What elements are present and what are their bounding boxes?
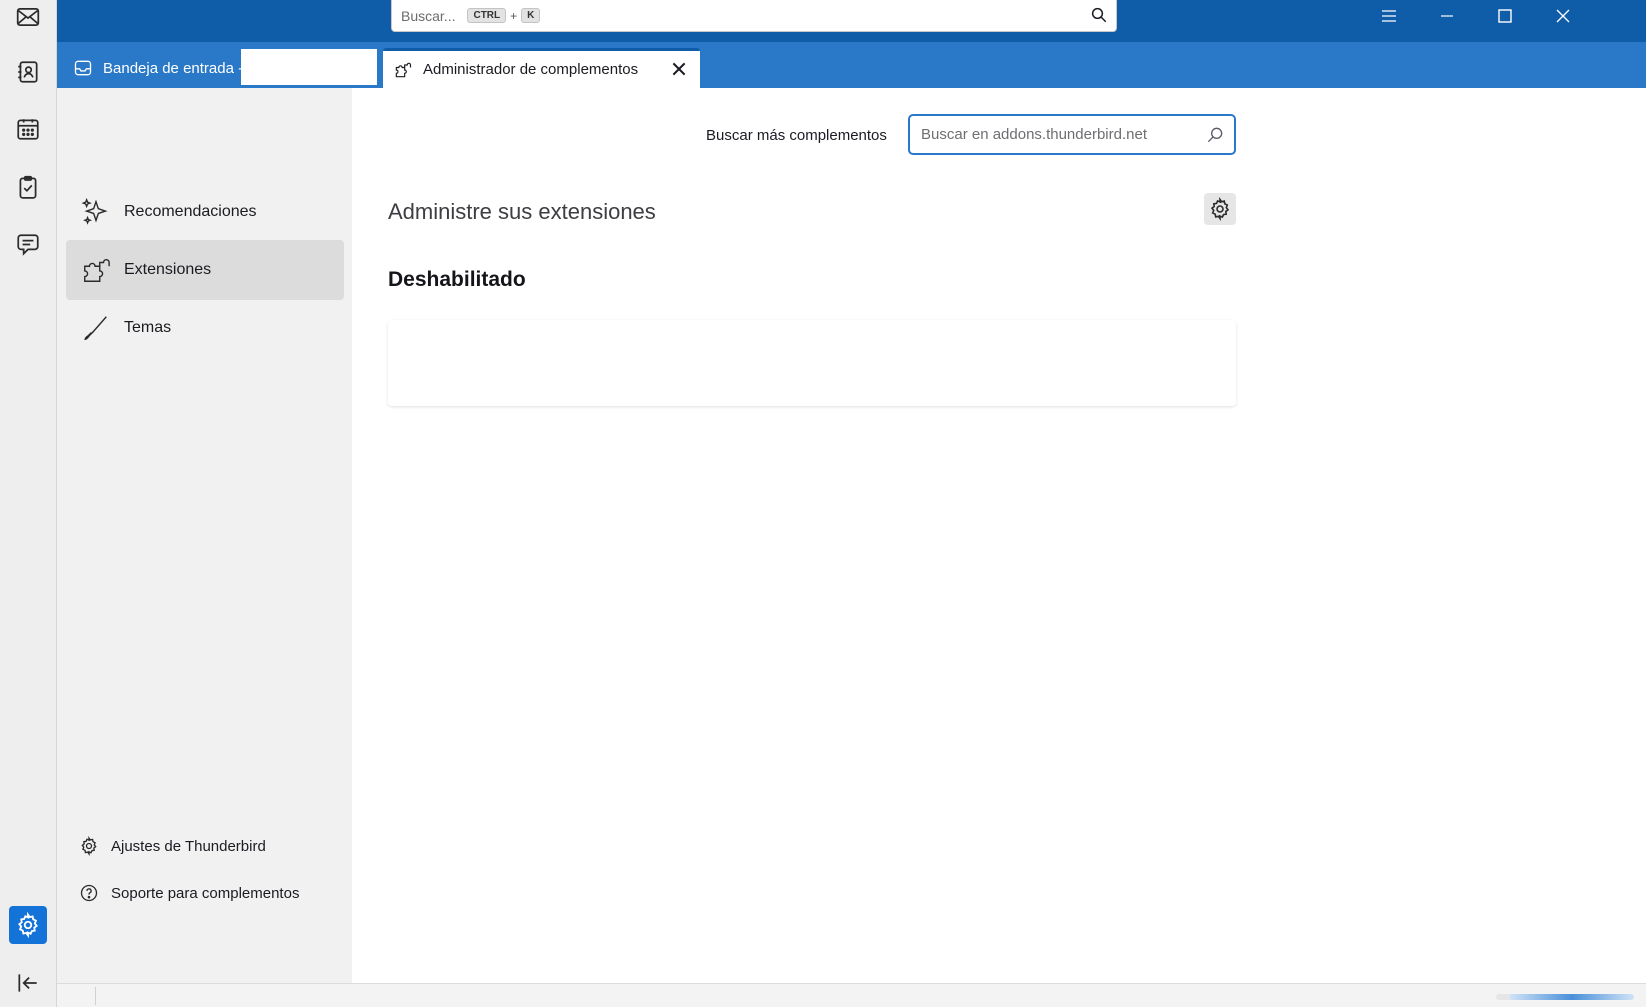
chat-icon [17,234,39,256]
settings-gear-icon [18,912,38,938]
title-bar: Buscar... CTRL + K [57,0,1646,42]
maximize-button[interactable] [1477,0,1533,32]
footer-link-label: Ajustes de Thunderbird [111,837,266,855]
tab-bar: Bandeja de entrada - Administrador de co… [57,42,1646,88]
shortcut-key-ctrl: CTRL [467,8,507,23]
category-themes[interactable]: Temas [66,298,344,358]
address-book-space-button[interactable] [9,53,47,91]
thunderbird-settings-link[interactable]: Ajustes de Thunderbird [79,831,266,861]
gear-icon [81,836,97,856]
brush-icon [84,316,107,341]
activity-progress-bar [1496,994,1634,1000]
category-label: Temas [124,319,172,336]
maximize-icon [1498,9,1512,23]
mail-icon [16,8,40,26]
shortcut-plus: + [510,8,518,23]
puzzle-icon [395,62,412,77]
category-label: Extensiones [124,261,212,278]
addons-support-link[interactable]: Soporte para complementos [79,878,299,908]
footer-link-label: Soporte para complementos [111,884,300,902]
app-menu-button[interactable] [1361,0,1417,32]
help-icon [80,884,98,902]
tab-inbox[interactable]: Bandeja de entrada - [57,48,377,88]
addons-search-input[interactable] [921,126,1201,143]
search-more-addons-label: Buscar más complementos [706,127,887,144]
shortcut-key-k: K [521,8,541,23]
disabled-extensions-card [388,320,1236,406]
sparkle-icon [81,197,108,225]
tab-addons-label: Administrador de complementos [423,61,639,78]
spaces-toolbar [0,0,57,1007]
magnifier-icon[interactable] [1205,125,1225,145]
page-heading: Administre sus extensiones [388,199,656,224]
close-window-button[interactable] [1535,0,1591,32]
global-search-box[interactable]: Buscar... CTRL + K [391,0,1117,32]
global-search-placeholder: Buscar... [401,7,456,24]
collapse-arrow-icon [18,974,37,992]
inbox-icon [74,60,92,76]
puzzle-icon [84,259,110,282]
chat-space-button[interactable] [9,226,47,264]
online-status-icon[interactable] [65,987,96,1005]
tools-menu-button[interactable] [1204,193,1236,225]
tab-inbox-label: Bandeja de entrada - [103,59,244,77]
settings-space-button[interactable] [9,906,47,944]
addons-search-box[interactable] [908,114,1236,155]
category-extensions[interactable]: Extensiones [66,240,344,300]
mail-space-button[interactable] [9,0,47,36]
redacted-account-name [241,49,377,85]
gear-icon [1210,197,1230,221]
thunderbird-window: Buscar... CTRL + K Bandeja de entrada - … [0,0,1646,1007]
status-bar [57,983,1646,1007]
address-book-icon [18,61,38,83]
calendar-icon [17,119,39,140]
search-icon[interactable] [1090,6,1108,24]
tasks-space-button[interactable] [9,168,47,206]
disabled-section-title: Deshabilitado [388,268,526,291]
categories-sidebar: Recomendaciones Extensiones Temas Ajuste… [57,88,352,983]
hamburger-menu-icon [1382,10,1396,22]
minimize-icon [1441,15,1453,17]
tab-addons-manager[interactable]: Administrador de complementos [383,48,700,88]
calendar-space-button[interactable] [9,110,47,148]
collapse-spaces-button[interactable] [9,964,47,1002]
tasks-icon [19,175,37,199]
minimize-button[interactable] [1419,0,1475,32]
tab-close-icon[interactable] [670,60,688,78]
close-icon [1556,9,1570,23]
addons-main-content: Buscar más complementos Administre sus e… [352,88,1646,983]
category-recommendations[interactable]: Recomendaciones [66,182,344,242]
category-label: Recomendaciones [124,203,257,220]
